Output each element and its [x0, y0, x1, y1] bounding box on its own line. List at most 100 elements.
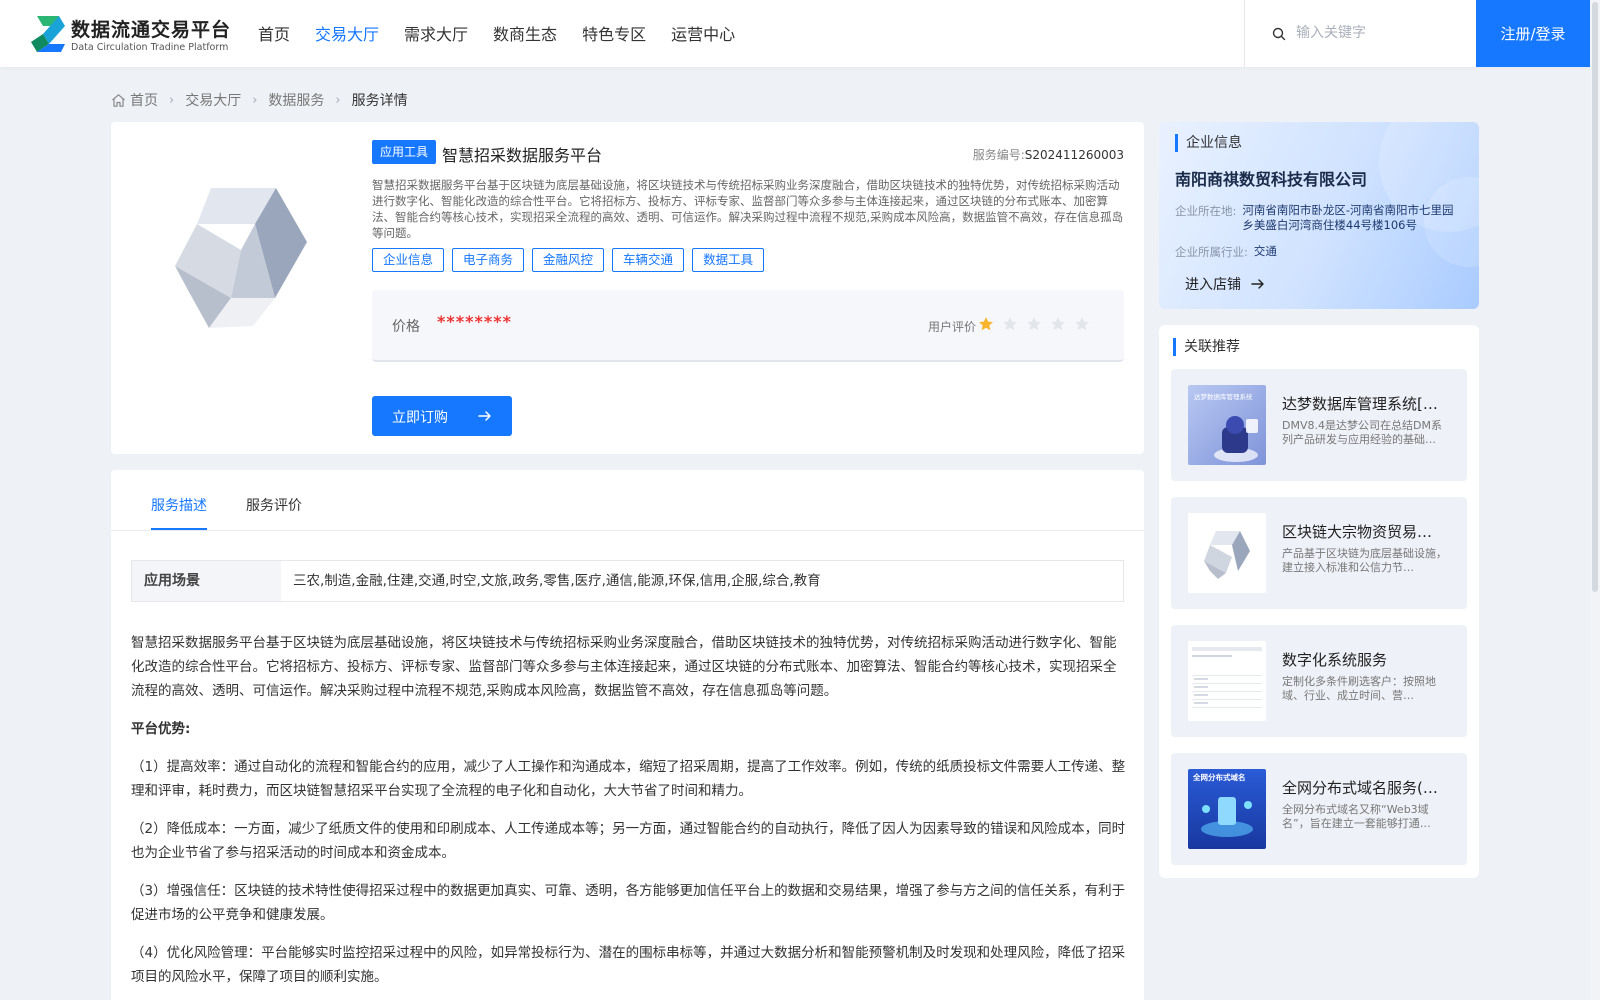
scene-label: 应用场景	[132, 561, 281, 601]
product-tags: 企业信息 电子商务 金融风控 车辆交通 数据工具	[372, 248, 772, 272]
rating-stars	[978, 316, 1098, 332]
nav-item-featured-zone[interactable]: 特色专区	[582, 0, 646, 67]
recommend-section-title: 关联推荐	[1173, 338, 1240, 356]
active-tab-indicator	[151, 528, 207, 530]
order-now-button[interactable]: 立即订购	[372, 396, 512, 436]
price-value: ********	[437, 312, 512, 331]
nav-item-ecosystem[interactable]: 数商生态	[493, 0, 557, 67]
breadcrumb-data-service[interactable]: 数据服务	[268, 90, 324, 110]
company-location-label: 企业所在地:	[1175, 204, 1237, 218]
recommend-description: 全网分布式域名又称“Web3域名”，旨在建立一套能够打通…	[1282, 803, 1431, 830]
site-logo[interactable]: 数据流通交易平台 Data Circulation Tradine Platfo…	[29, 14, 232, 56]
breadcrumb-current: 服务详情	[351, 93, 408, 109]
nav-item-demand-hall[interactable]: 需求大厅	[404, 0, 468, 67]
breadcrumb-home[interactable]: 首页	[130, 90, 158, 110]
company-name: 南阳商祺数贸科技有限公司	[1175, 170, 1368, 189]
top-header: 数据流通交易平台 Data Circulation Tradine Platfo…	[0, 0, 1590, 67]
recommend-description: 定制化多条件刷选客户：按照地域、行业、成立时间、营…	[1282, 675, 1436, 702]
database-product-image: 达梦数据库管理系统	[1188, 385, 1266, 465]
tab-service-description[interactable]: 服务描述	[151, 495, 207, 515]
company-section-title: 企业信息	[1175, 134, 1242, 152]
recommend-thumbnail	[1188, 513, 1266, 593]
star-icon[interactable]	[1026, 316, 1042, 332]
recommend-title: 区块链大宗物资贸易…	[1282, 523, 1433, 541]
thumbnail-caption: 达梦数据库管理系统	[1194, 392, 1253, 401]
recommend-thumbnail	[1188, 641, 1266, 721]
company-location-row: 企业所在地: 河南省南阳市卧龙区-河南省南阳市七里园乡美盛白河湾商住楼44号楼1…	[1175, 203, 1454, 233]
recommend-item[interactable]: 达梦数据库管理系统 达梦数据库管理系统[… DMV8.4是达梦公司在总结DM系列…	[1171, 369, 1467, 481]
price-label: 价格	[392, 319, 420, 335]
company-info-card: 企业信息 南阳商祺数贸科技有限公司 企业所在地: 河南省南阳市卧龙区-河南省南阳…	[1159, 122, 1479, 309]
product-type-tag: 应用工具	[372, 140, 437, 164]
star-icon[interactable]	[1050, 316, 1066, 332]
recommend-thumbnail: 达梦数据库管理系统	[1188, 385, 1266, 465]
recommend-description: DMV8.4是达梦公司在总结DM系列产品研发与应用经验的基础…	[1282, 419, 1442, 446]
rating-label: 用户评价	[928, 320, 977, 334]
recommend-item[interactable]: 全网分布式域名 全网分布式域名服务(… 全网分布式域名又称“Web3域名”，旨在…	[1171, 753, 1467, 865]
domain-service-image: 全网分布式域名	[1188, 769, 1266, 849]
chevron-right-icon: ›	[335, 92, 341, 108]
detail-tabs: 服务描述 服务评价	[111, 470, 1144, 531]
company-location-value: 河南省南阳市卧龙区-河南省南阳市七里园乡美盛白河湾商住楼44号楼106号	[1242, 203, 1454, 232]
product-tag[interactable]: 车辆交通	[612, 248, 685, 272]
product-tag[interactable]: 数据工具	[692, 248, 765, 272]
advantage-item: （1）提高效率：通过自动化的流程和智能合约的应用，减少了人工操作和沟通成本，缩短…	[131, 759, 1126, 799]
scrollbar-thumb[interactable]	[1592, 2, 1598, 592]
star-icon[interactable]	[1002, 316, 1018, 332]
breadcrumb-trading-hall[interactable]: 交易大厅	[185, 90, 241, 110]
placeholder-logo-image	[1188, 513, 1266, 593]
service-detail-card: 服务描述 服务评价 应用场景 三农,制造,金融,住建,交通,时空,文旅,政务,零…	[111, 470, 1144, 1000]
tab-service-reviews[interactable]: 服务评价	[246, 495, 302, 515]
login-register-button[interactable]: 注册/登录	[1476, 0, 1590, 67]
scene-value: 三农,制造,金融,住建,交通,时空,文旅,政务,零售,医疗,通信,能源,环保,信…	[293, 573, 821, 589]
recommend-thumbnail: 全网分布式域名	[1188, 769, 1266, 849]
star-icon[interactable]	[1074, 316, 1090, 332]
logo-mark-icon	[31, 16, 65, 52]
logo-title-en: Data Circulation Tradine Platform	[71, 42, 229, 53]
service-number-label: 服务编号:	[972, 148, 1025, 162]
product-card: 应用工具 智慧招采数据服务平台 服务编号:S202411260003 智慧招采数…	[111, 122, 1144, 454]
arrow-right-icon	[1251, 279, 1264, 289]
main-nav: 首页 交易大厅 需求大厅 数商生态 特色专区 运营中心	[258, 0, 760, 67]
thumbnail-caption: 全网分布式域名	[1192, 772, 1246, 782]
page-scrollbar[interactable]	[1590, 0, 1600, 1000]
company-industry-label: 企业所属行业:	[1175, 245, 1248, 259]
chevron-right-icon: ›	[252, 92, 258, 108]
advantage-item: （2）降低成本：一方面，减少了纸质文件的使用和印刷成本、人工传递成本等；另一方面…	[131, 821, 1126, 861]
logo-title-cn: 数据流通交易平台	[71, 19, 232, 41]
nav-item-trading-hall[interactable]: 交易大厅	[315, 0, 379, 67]
star-icon[interactable]	[978, 316, 994, 332]
advantage-item: （4）优化风险管理：平台能够实时监控招采过程中的风险，如异常投标行为、潜在的围标…	[131, 945, 1126, 985]
company-industry-row: 企业所属行业: 交通	[1175, 244, 1277, 260]
arrow-right-icon	[478, 411, 491, 421]
intro-paragraph: 智慧招采数据服务平台基于区块链为底层基础设施，将区块链技术与传统招标采购业务深度…	[131, 635, 1117, 699]
product-tag[interactable]: 电子商务	[452, 248, 525, 272]
enter-shop-link[interactable]: 进入店铺	[1185, 274, 1265, 294]
enter-shop-label: 进入店铺	[1185, 277, 1241, 293]
service-number-value: S202411260003	[1024, 148, 1124, 162]
service-description-content: 智慧招采数据服务平台基于区块链为底层基础设施，将区块链技术与传统招标采购业务深度…	[131, 631, 1126, 1000]
recommend-item[interactable]: 数字化系统服务 定制化多条件刷选客户：按照地域、行业、成立时间、营…	[1171, 625, 1467, 737]
search-input[interactable]	[1296, 20, 1466, 46]
service-number: 服务编号:S202411260003	[973, 146, 1124, 163]
home-icon	[112, 93, 125, 107]
nav-item-home[interactable]: 首页	[258, 0, 290, 67]
breadcrumb: 首页 › 交易大厅 › 数据服务 › 服务详情	[111, 89, 408, 111]
product-placeholder-image	[175, 188, 307, 328]
chevron-right-icon: ›	[169, 92, 175, 108]
nav-item-operation-center[interactable]: 运营中心	[671, 0, 735, 67]
order-button-label: 立即订购	[392, 410, 448, 426]
recommend-item[interactable]: 区块链大宗物资贸易… 产品基于区块链为底层基础设施，建立接入标准和公信力节…	[1171, 497, 1467, 609]
advantage-item: （3）增强信任：区块链的技术特性使得招采过程中的数据更加真实、可靠、透明，各方能…	[131, 883, 1126, 923]
system-screenshot-image	[1188, 641, 1266, 721]
recommend-title: 达梦数据库管理系统[…	[1282, 395, 1438, 413]
price-box: 价格 ******** 用户评价	[372, 290, 1124, 362]
product-tag[interactable]: 企业信息	[372, 248, 445, 272]
decorative-shape-icon	[1379, 122, 1479, 267]
search-icon[interactable]	[1272, 27, 1286, 41]
application-scene-table: 应用场景 三农,制造,金融,住建,交通,时空,文旅,政务,零售,医疗,通信,能源…	[131, 560, 1124, 602]
recommend-title: 全网分布式域名服务(…	[1282, 779, 1438, 797]
product-tag[interactable]: 金融风控	[532, 248, 605, 272]
related-recommend-panel: 关联推荐 达梦数据库管理系统 达梦数据库管理系统[… DMV8.4是达梦公司在总…	[1159, 325, 1479, 878]
recommend-title: 数字化系统服务	[1282, 651, 1388, 669]
